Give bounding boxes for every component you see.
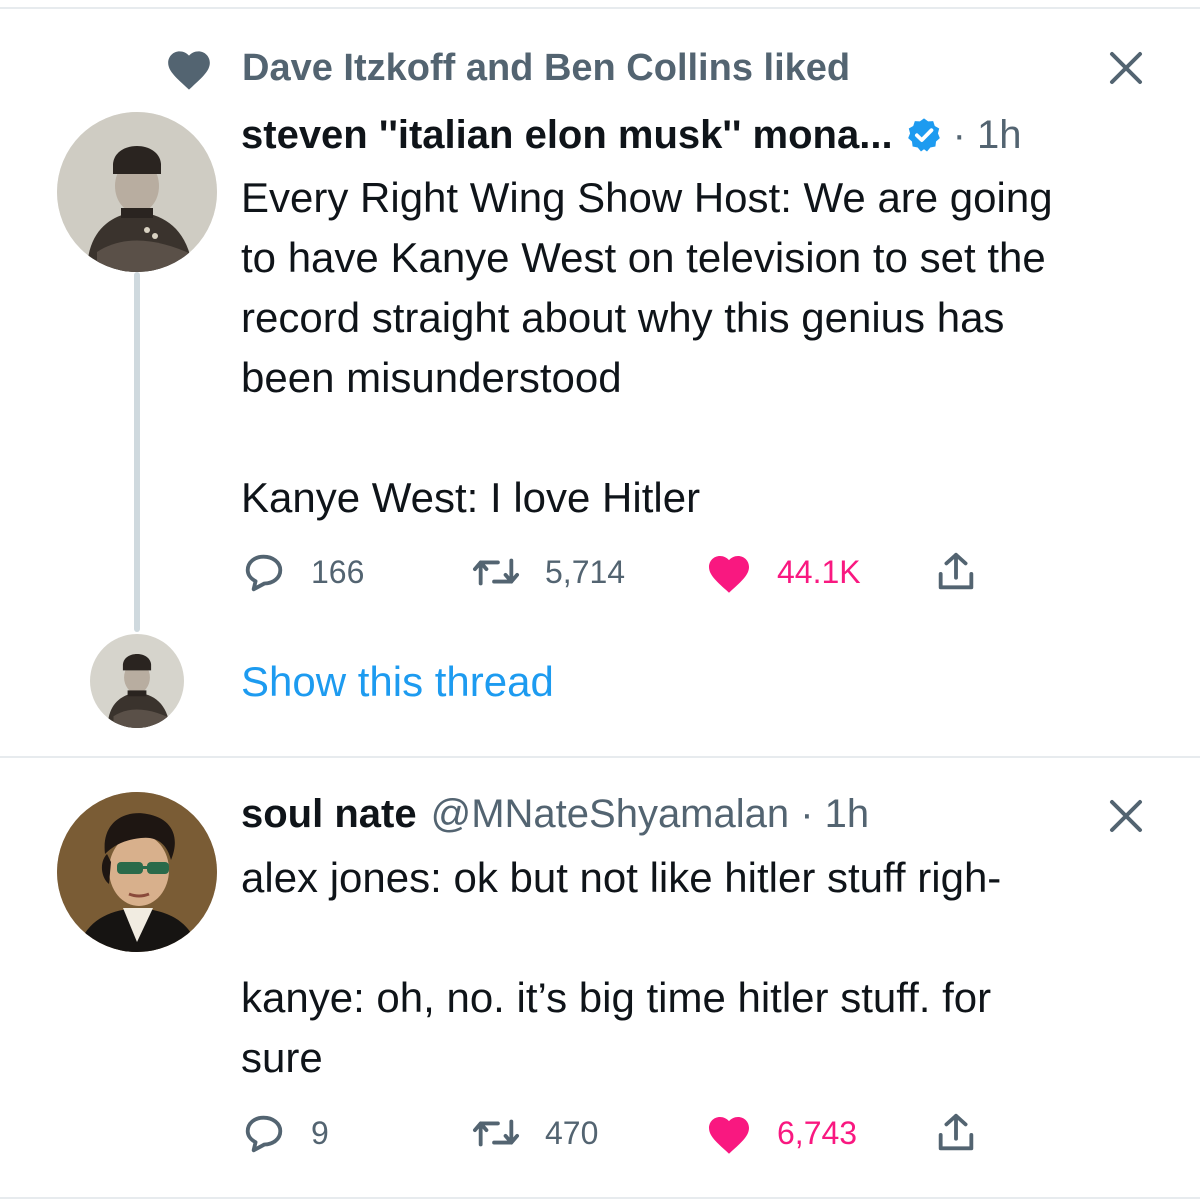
tweet-text: alex jones: ok but not like hitler stuff… [241, 854, 1002, 1081]
reply-icon [245, 554, 283, 592]
tweet-header: soul nate @MNateShyamalan · 1h [241, 792, 869, 837]
share-icon [938, 552, 974, 590]
reply-icon [245, 1115, 283, 1153]
tweet-header: steven ''italian elon musk'' mona... · 1… [241, 110, 1022, 158]
heart-icon [168, 51, 210, 90]
avatar-image [57, 112, 217, 272]
avatar-soul-nate[interactable] [57, 792, 217, 952]
reply-button[interactable]: 9 [241, 1108, 329, 1158]
tweet-text: Every Right Wing Show Host: We are going… [241, 174, 1053, 521]
thread-connector-line [134, 272, 140, 632]
avatar-image-small [90, 634, 184, 728]
author-name[interactable]: steven ''italian elon musk'' mona... [241, 113, 893, 158]
tweet-soul-nate[interactable]: soul nate @MNateShyamalan · 1h alex jone… [0, 758, 1200, 1200]
social-context-text: Dave Itzkoff and Ben Collins liked [242, 46, 851, 89]
avatar-image [57, 792, 217, 952]
dismiss-button[interactable] [1106, 796, 1146, 836]
author-handle[interactable]: @MNateShyamalan · 1h [431, 792, 870, 837]
retweet-count: 470 [545, 1114, 599, 1151]
timeline: Dave Itzkoff and Ben Collins liked steve… [0, 0, 1200, 1200]
like-icon [709, 1117, 749, 1154]
share-icon [938, 1113, 974, 1151]
like-button[interactable]: 6,743 [705, 1108, 857, 1158]
avatar-steven-small[interactable] [90, 634, 184, 728]
retweet-button[interactable]: 470 [471, 1108, 598, 1158]
tweet-timestamp[interactable]: · 1h [953, 113, 1022, 158]
retweet-button[interactable]: 5,714 [471, 547, 625, 597]
like-button[interactable]: 44.1K [705, 547, 861, 597]
tweet-steven[interactable]: Dave Itzkoff and Ben Collins liked steve… [0, 0, 1200, 758]
bottom-divider [0, 1197, 1200, 1199]
share-button[interactable] [933, 547, 979, 597]
reply-count: 166 [311, 553, 365, 590]
reply-button[interactable]: 166 [241, 547, 364, 597]
retweet-count: 5,714 [545, 553, 626, 590]
author-name[interactable]: soul nate [241, 792, 417, 837]
like-icon [709, 556, 749, 593]
reply-count: 9 [311, 1114, 329, 1151]
like-count: 44.1K [777, 553, 861, 590]
retweet-icon [472, 1119, 519, 1147]
close-icon [1110, 800, 1142, 832]
avatar-steven[interactable] [57, 112, 217, 272]
retweet-icon [472, 558, 519, 586]
social-context: Dave Itzkoff and Ben Collins liked [164, 44, 850, 92]
share-button[interactable] [933, 1108, 979, 1158]
like-count: 6,743 [777, 1114, 858, 1151]
dismiss-button[interactable] [1106, 48, 1146, 88]
close-icon [1110, 52, 1142, 84]
show-thread-link[interactable]: Show this thread [241, 658, 554, 706]
verified-badge-icon [907, 118, 940, 152]
